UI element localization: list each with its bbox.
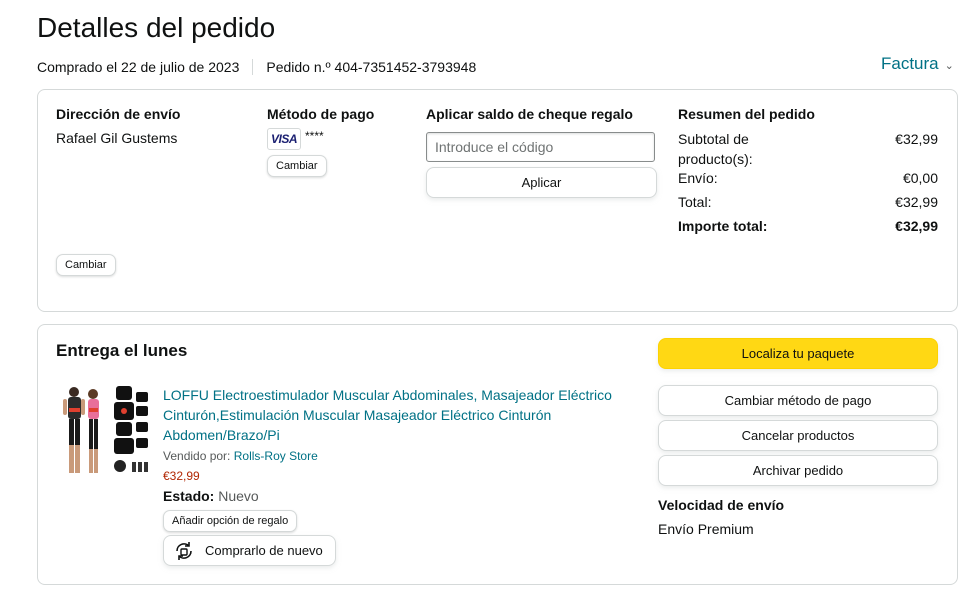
buy-again-label: Comprarlo de nuevo	[205, 543, 323, 558]
chevron-down-icon: ⌄	[944, 59, 954, 72]
total-label: Total:	[678, 194, 712, 210]
order-meta: Comprado el 22 de julio de 2023 Pedido n…	[37, 59, 476, 75]
shipping-cost-value: €0,00	[902, 170, 938, 186]
summary-heading: Resumen del pedido	[678, 106, 815, 122]
page-title: Detalles del pedido	[37, 12, 276, 43]
buy-again-icon	[173, 540, 195, 562]
sold-by: Vendido por: Rolls-Roy Store	[163, 449, 318, 463]
meta-divider	[252, 59, 254, 75]
order-info-card	[37, 89, 958, 312]
shipping-name: Rafael Gil Gustems	[56, 130, 178, 146]
payment-heading: Método de pago	[267, 106, 375, 122]
shipping-speed-value: Envío Premium	[658, 521, 754, 537]
seller-link[interactable]: Rolls-Roy Store	[234, 449, 318, 463]
shipping-speed-heading: Velocidad de envío	[658, 497, 785, 513]
payment-card: VISA ****	[267, 128, 324, 150]
visa-card-icon: VISA	[267, 128, 301, 150]
delivery-heading: Entrega el lunes	[56, 341, 188, 360]
shipping-cost-label: Envío:	[678, 170, 718, 186]
gift-heading: Aplicar saldo de cheque regalo	[426, 106, 633, 122]
change-payment-small-button[interactable]: Cambiar	[267, 155, 327, 177]
change-payment-button[interactable]: Cambiar método de pago	[658, 385, 938, 416]
product-title-link[interactable]: LOFFU Electroestimulador Muscular Abdomi…	[163, 385, 633, 445]
archive-order-button[interactable]: Archivar pedido	[658, 455, 938, 486]
grand-total-label: Importe total:	[678, 218, 768, 234]
total-value: €32,99	[895, 194, 938, 210]
buy-again-button[interactable]: Comprarlo de nuevo	[163, 535, 336, 566]
condition-label: Estado:	[163, 488, 215, 504]
gift-option-button[interactable]: Añadir opción de regalo	[163, 510, 298, 532]
card-masked: ****	[305, 129, 324, 143]
cancel-items-button[interactable]: Cancelar productos	[658, 420, 938, 451]
change-address-button[interactable]: Cambiar	[56, 254, 116, 276]
track-package-button[interactable]: Localiza tu paquete	[658, 338, 938, 369]
condition: Estado: Nuevo	[163, 488, 259, 504]
subtotal-label: Subtotal de producto(s):	[678, 131, 753, 167]
product-image[interactable]	[60, 382, 152, 478]
shipping-heading: Dirección de envío	[56, 106, 181, 122]
invoice-label: Factura	[881, 54, 939, 73]
invoice-dropdown[interactable]: Factura ⌄	[881, 54, 954, 74]
condition-value: Nuevo	[218, 488, 259, 504]
order-number: Pedido n.º 404-7351452-3793948	[266, 59, 477, 75]
product-price: €32,99	[163, 469, 200, 483]
sold-by-label: Vendido por:	[163, 449, 231, 463]
apply-gift-button[interactable]: Aplicar	[426, 167, 657, 198]
purchase-date: Comprado el 22 de julio de 2023	[37, 59, 240, 75]
gift-code-input[interactable]: Introduce el código	[426, 132, 655, 162]
grand-total-value: €32,99	[895, 218, 938, 234]
subtotal-value: €32,99	[895, 131, 938, 147]
